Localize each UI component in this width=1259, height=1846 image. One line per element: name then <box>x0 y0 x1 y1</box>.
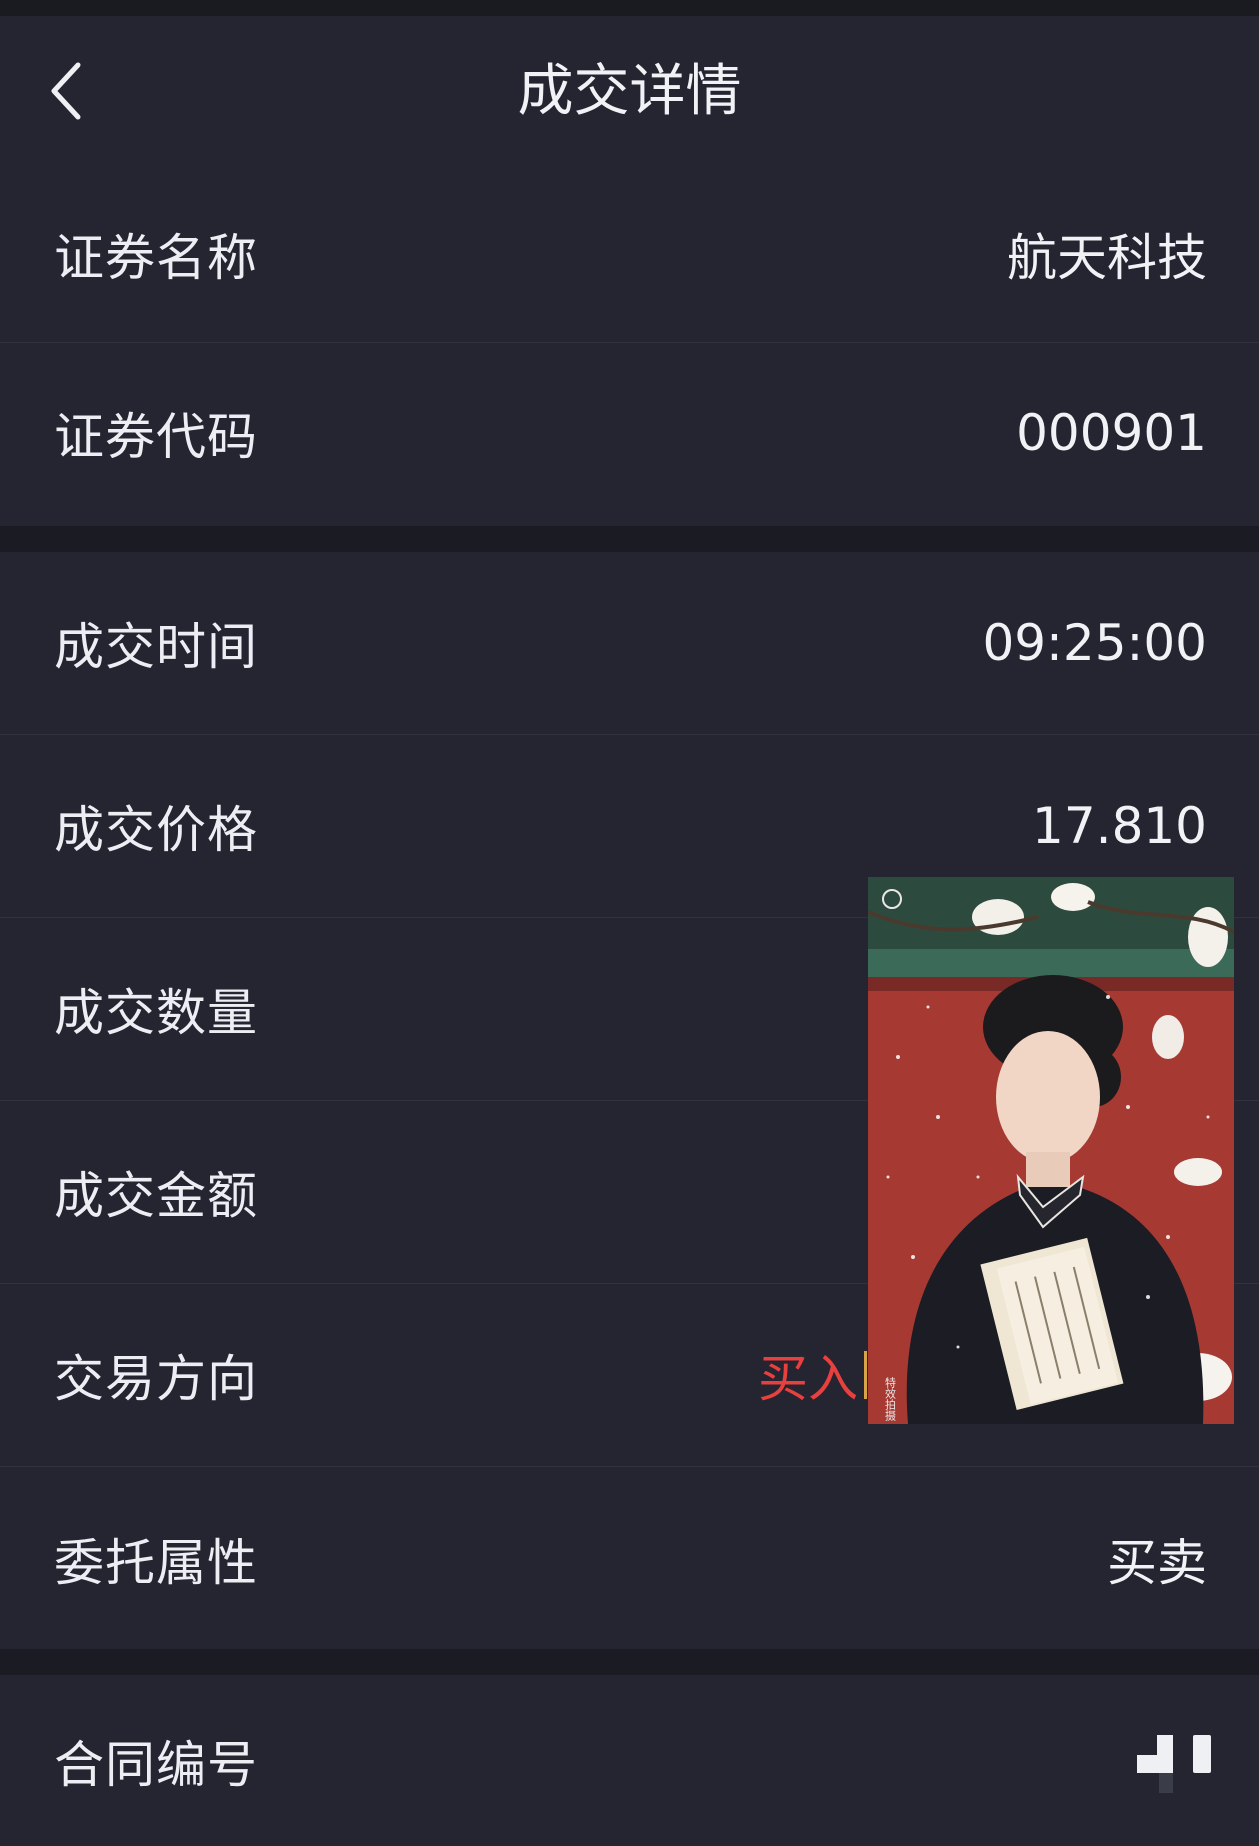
trade-direction-label: 交易方向 <box>54 1350 258 1408</box>
nav-header: 成交详情 <box>0 16 1259 166</box>
order-attribute-value: 买卖 <box>1107 1533 1207 1592</box>
security-info-group: 证券名称 航天科技 证券代码 000901 <box>0 166 1259 526</box>
security-name-label: 证券名称 <box>54 229 258 287</box>
trade-time-value: 09:25:00 <box>982 614 1207 672</box>
security-code-label: 证券代码 <box>54 408 258 466</box>
trade-direction-value: 买入 <box>758 1284 867 1466</box>
trade-time-row: 成交时间 09:25:00 <box>0 552 1259 735</box>
direction-separator <box>864 1351 867 1399</box>
trade-detail-page: 成交详情 证券名称 航天科技 证券代码 000901 成交时间 09:25:00… <box>0 0 1259 1846</box>
contract-info-group: 合同编号 <box>0 1675 1259 1846</box>
order-attribute-label: 委托属性 <box>54 1533 258 1592</box>
copy-icon[interactable] <box>1137 1733 1217 1795</box>
floating-video-overlay[interactable]: 特效拍摄 <box>868 877 1234 1424</box>
portrait-photo: 特效拍摄 <box>868 877 1234 1424</box>
trade-quantity-label: 成交数量 <box>54 984 258 1042</box>
security-name-value: 航天科技 <box>1007 229 1207 287</box>
overlay-caption: 特效拍摄 <box>884 1376 897 1422</box>
trade-direction-text: 买入 <box>758 1350 858 1408</box>
order-attribute-row: 委托属性 买卖 <box>0 1467 1259 1650</box>
trade-price-label: 成交价格 <box>54 801 258 859</box>
trade-amount-label: 成交金额 <box>54 1167 258 1225</box>
status-bar <box>0 0 1259 16</box>
contract-number-label: 合同编号 <box>54 1735 258 1794</box>
security-code-row: 证券代码 000901 <box>0 343 1259 523</box>
contract-number-row: 合同编号 <box>0 1675 1259 1846</box>
page-title: 成交详情 <box>517 59 742 124</box>
security-name-row: 证券名称 航天科技 <box>0 166 1259 343</box>
trade-time-label: 成交时间 <box>54 618 258 676</box>
security-code-value: 000901 <box>1016 404 1207 462</box>
